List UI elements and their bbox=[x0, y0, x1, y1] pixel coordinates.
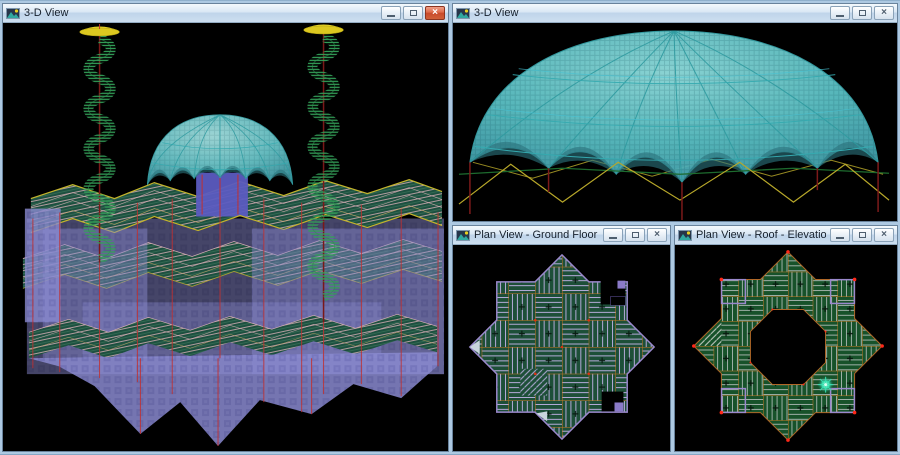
titlebar-3d-view-dome[interactable]: 3-D View × bbox=[453, 4, 897, 23]
sun-icon-shape bbox=[15, 9, 18, 12]
view-window-icon bbox=[678, 230, 692, 241]
dome-drum bbox=[196, 173, 248, 217]
minimize-button[interactable] bbox=[381, 6, 401, 20]
window-plan-ground: Plan View - Ground Floor - Elevation 948… bbox=[452, 225, 671, 452]
view-window-icon bbox=[456, 8, 470, 19]
restore-button[interactable] bbox=[625, 228, 645, 242]
restore-icon bbox=[410, 10, 417, 16]
window-controls: × bbox=[830, 6, 894, 20]
window-controls: × bbox=[603, 228, 667, 242]
model-3d-dome bbox=[453, 23, 897, 221]
restore-button[interactable] bbox=[852, 6, 872, 20]
window-plan-roof: Plan View - Roof - Elevation 958.82 × bbox=[674, 225, 898, 452]
close-button[interactable]: × bbox=[874, 6, 894, 20]
close-button[interactable]: × bbox=[874, 228, 894, 242]
window-title: Plan View - Ground Floor - Elevation 948… bbox=[474, 226, 599, 244]
restore-button[interactable] bbox=[403, 6, 423, 20]
close-icon: × bbox=[654, 230, 660, 240]
close-button[interactable]: × bbox=[425, 6, 445, 20]
plan-ground-star bbox=[453, 245, 670, 451]
mdi-client-area: 3-D View × bbox=[0, 0, 900, 455]
view-window-icon bbox=[456, 230, 470, 241]
close-icon: × bbox=[881, 8, 887, 18]
window-3d-view-dome: 3-D View × bbox=[452, 3, 898, 222]
view-window-icon bbox=[6, 8, 20, 19]
restore-button[interactable] bbox=[852, 228, 872, 242]
titlebar-plan-roof[interactable]: Plan View - Roof - Elevation 958.82 × bbox=[675, 226, 897, 245]
window-controls: × bbox=[381, 6, 445, 20]
restore-icon bbox=[859, 10, 866, 16]
titlebar-3d-view-main[interactable]: 3-D View × bbox=[3, 4, 448, 23]
minimize-icon bbox=[609, 237, 617, 239]
window-title: 3-D View bbox=[474, 4, 826, 22]
minimize-button[interactable] bbox=[830, 6, 850, 20]
minimize-icon bbox=[387, 15, 395, 17]
canvas-plan-roof[interactable] bbox=[675, 245, 897, 451]
diagonal-panel bbox=[520, 369, 547, 396]
close-icon: × bbox=[432, 8, 438, 18]
wall-tower-left bbox=[25, 209, 61, 323]
window-3d-view-main: 3-D View × bbox=[2, 3, 449, 452]
minimize-button[interactable] bbox=[830, 228, 850, 242]
restore-icon bbox=[859, 232, 866, 238]
plan-roof-star bbox=[675, 245, 897, 451]
close-button[interactable]: × bbox=[647, 228, 667, 242]
canvas-plan-ground[interactable] bbox=[453, 245, 670, 451]
window-title: 3-D View bbox=[24, 4, 377, 22]
window-title: Plan View - Roof - Elevation 958.82 bbox=[696, 226, 826, 244]
restore-icon bbox=[632, 232, 639, 238]
selection-starburst[interactable] bbox=[818, 377, 834, 393]
minimize-button[interactable] bbox=[603, 228, 623, 242]
canvas-3d-view-dome[interactable] bbox=[453, 23, 897, 221]
window-controls: × bbox=[830, 228, 894, 242]
minimize-icon bbox=[836, 15, 844, 17]
minimize-icon bbox=[836, 237, 844, 239]
canvas-3d-view-main[interactable] bbox=[3, 23, 448, 451]
model-3d-mosque bbox=[3, 23, 448, 451]
titlebar-plan-ground[interactable]: Plan View - Ground Floor - Elevation 948… bbox=[453, 226, 670, 245]
close-icon: × bbox=[881, 230, 887, 240]
